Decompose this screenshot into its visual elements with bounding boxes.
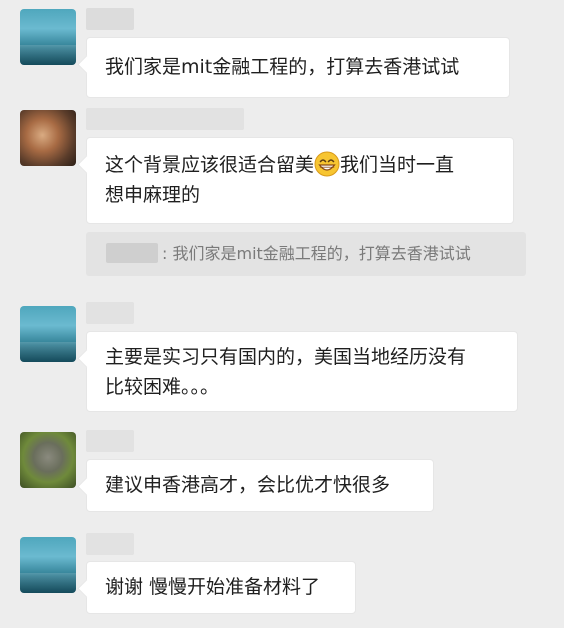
sender-name-blurred xyxy=(86,302,134,324)
message-bubble[interactable]: 这个背景应该很适合留美 我们当时一直 想申麻理的 xyxy=(86,137,514,224)
message-bubble[interactable]: 我们家是mit金融工程的，打算去香港试试 xyxy=(86,37,510,98)
message-text: 谢谢 慢慢开始准备材料了 xyxy=(105,576,321,598)
message-bubble[interactable]: 建议申香港高才，会比优才快很多 xyxy=(86,459,434,512)
chat-thread: 我们家是mit金融工程的，打算去香港试试 这个背景应该很适合留美 我们当时一直 … xyxy=(0,0,564,628)
quote-text: 我们家是mit金融工程的，打算去香港试试 xyxy=(172,244,471,263)
message-text: 这个背景应该很适合留美 xyxy=(105,154,315,176)
quoted-message[interactable]: : 我们家是mit金融工程的，打算去香港试试 xyxy=(86,232,526,276)
avatar[interactable] xyxy=(20,110,76,166)
message-text: 想申麻理的 xyxy=(105,184,201,206)
message-text: 主要是实习只有国内的，美国当地经历没有 xyxy=(105,346,467,368)
message-text: 比较困难。。。 xyxy=(105,376,220,398)
message-text: 建议申香港高才，会比优才快很多 xyxy=(105,474,391,496)
sender-name-blurred xyxy=(86,8,134,30)
avatar[interactable] xyxy=(20,432,76,488)
grinning-face-icon xyxy=(314,151,340,177)
sender-name-blurred xyxy=(86,533,134,555)
avatar[interactable] xyxy=(20,537,76,593)
message-text: 我们家是mit金融工程的，打算去香港试试 xyxy=(105,56,460,78)
quote-separator: : xyxy=(162,244,173,263)
sender-name-blurred xyxy=(86,108,244,130)
message-bubble[interactable]: 谢谢 慢慢开始准备材料了 xyxy=(86,561,356,614)
avatar[interactable] xyxy=(20,9,76,65)
message-bubble[interactable]: 主要是实习只有国内的，美国当地经历没有 比较困难。。。 xyxy=(86,331,518,412)
quoted-sender-blurred xyxy=(106,243,158,263)
message-text: 我们当时一直 xyxy=(340,154,455,176)
sender-name-blurred xyxy=(86,430,134,452)
avatar[interactable] xyxy=(20,306,76,362)
